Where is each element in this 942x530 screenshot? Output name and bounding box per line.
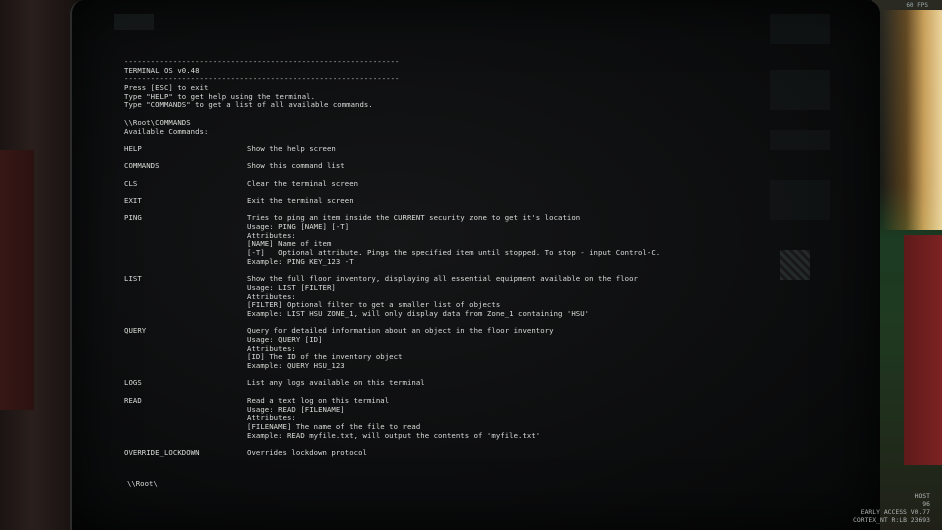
command-list: HELP Show the help screen COMMANDS Show thi… xyxy=(124,143,684,458)
left-red-panel xyxy=(0,150,34,410)
command-description-line: Exit the terminal screen xyxy=(247,196,354,205)
command-name: COMMANDS xyxy=(124,161,160,171)
terminal-output: ----------------------------------------… xyxy=(124,58,684,458)
command-description-line: Show this command list xyxy=(247,161,345,171)
command-name: READ xyxy=(124,395,142,405)
command-description-line: List any logs available on this terminal xyxy=(247,378,425,388)
fps-counter: 60 FPS xyxy=(906,2,928,9)
ghost-reflection-right-1 xyxy=(770,14,830,44)
right-light-glow xyxy=(882,10,942,230)
command-entry: PING Tries to ping an item inside the CUR… xyxy=(124,214,684,266)
command-entry: LOGS List any logs available on this term… xyxy=(124,379,684,388)
command-entry: CLS Clear the terminal screen xyxy=(124,178,684,189)
terminal-title: TERMINAL OS v0.48 xyxy=(124,65,200,75)
hud-machine: CORTEX_NT R:LB 23693 xyxy=(853,516,930,524)
command-name: EXIT xyxy=(124,196,142,205)
command-entry: READ Read a text log on this terminal Usag… xyxy=(124,395,684,440)
command-entry: LIST Show the full floor inventory, displ… xyxy=(124,274,684,318)
command-description-line: Clear the terminal screen xyxy=(247,178,359,188)
ghost-reflection-right-3 xyxy=(770,130,830,150)
ghost-qr-code xyxy=(780,250,810,280)
command-name: QUERY xyxy=(124,326,147,336)
hud-label: HOST xyxy=(914,492,930,500)
ghost-reflection-right-2 xyxy=(770,70,830,110)
right-red-panel xyxy=(904,235,942,465)
command-entry: OVERRIDE_LOCKDOWN Overrides lockdown prot… xyxy=(124,447,684,458)
command-name: OVERRIDE_LOCKDOWN xyxy=(124,447,200,457)
right-scene-wall xyxy=(872,0,942,530)
command-description-line: Example: PING KEY_123 -T xyxy=(247,256,354,266)
command-entry: QUERY Query for detailed information abou… xyxy=(124,327,684,370)
command-description-line: Example: LIST HSU ZONE_1, will only disp… xyxy=(247,308,590,318)
command-name: CLS xyxy=(124,178,138,188)
command-description-line: Overrides lockdown protocol xyxy=(247,447,367,457)
command-name: HELP xyxy=(124,143,142,153)
command-entry: HELP Show the help screen xyxy=(124,143,684,154)
command-description-line: Example: QUERY HSU_123 xyxy=(247,361,345,371)
hud-value: 96 xyxy=(922,500,930,508)
command-name: PING xyxy=(124,213,142,223)
ghost-reflection-topleft xyxy=(114,14,154,30)
terminal-prompt[interactable]: \\Root\ xyxy=(127,479,158,488)
command-name: LIST xyxy=(124,274,142,284)
intro-line: Type "COMMANDS" to get a list of all ava… xyxy=(124,100,373,110)
hud-bottom-right: HOST 96 EARLY ACCESS V0.77 CORTEX_NT R:L… xyxy=(853,492,930,524)
command-description-line: Usage: PING [NAME] [-T] xyxy=(247,222,350,232)
current-path: \\Root\COMMANDS xyxy=(124,117,191,127)
command-description-line: Example: READ myfile.txt, will output th… xyxy=(247,430,541,440)
command-description-line: Usage: READ [FILENAME] xyxy=(247,404,345,414)
command-description-line: Show the help screen xyxy=(247,143,336,153)
command-description-line: Usage: QUERY [ID] xyxy=(247,335,323,344)
command-name: LOGS xyxy=(124,378,142,388)
command-entry: COMMANDS Show this command list xyxy=(124,162,684,171)
left-scene-wall xyxy=(0,0,80,530)
command-description-line: Usage: LIST [FILTER] xyxy=(247,282,336,292)
available-commands-heading: Available Commands: xyxy=(124,126,209,136)
ghost-reflection-right-4 xyxy=(770,180,830,220)
hud-build: EARLY ACCESS V0.77 xyxy=(860,508,930,516)
command-entry: EXIT Exit the terminal screen xyxy=(124,196,684,206)
